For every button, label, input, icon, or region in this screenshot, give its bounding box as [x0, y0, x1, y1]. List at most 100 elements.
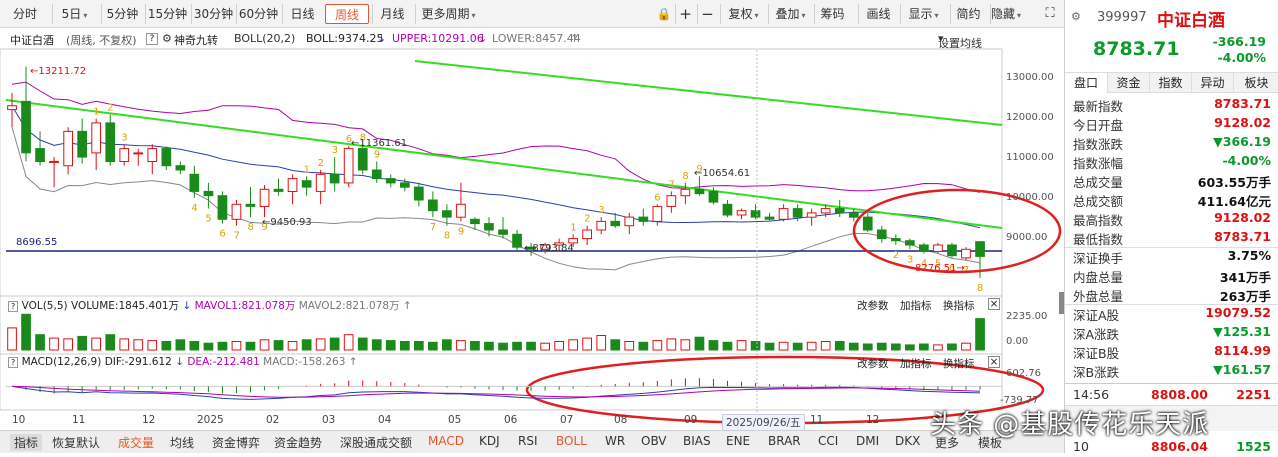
- indicator-tab[interactable]: BOLL: [556, 434, 587, 448]
- candle-body[interactable]: [400, 182, 410, 188]
- candle-body[interactable]: [834, 208, 845, 214]
- indicator-tab[interactable]: DKX: [895, 434, 920, 448]
- candle-body[interactable]: [610, 220, 621, 227]
- volume-bar[interactable]: [442, 339, 452, 351]
- candle-body[interactable]: [470, 218, 480, 225]
- indicator-tab[interactable]: RSI: [518, 434, 538, 448]
- candle-body[interactable]: [217, 195, 228, 220]
- volume-bar[interactable]: [343, 334, 354, 351]
- volume-bar[interactable]: [119, 338, 130, 351]
- indicator-tab[interactable]: OBV: [641, 434, 667, 448]
- volume-bar[interactable]: [357, 337, 368, 351]
- candle-body[interactable]: [736, 210, 747, 216]
- candle-body[interactable]: [933, 244, 943, 252]
- candle-body[interactable]: [484, 223, 494, 231]
- candle-body[interactable]: [596, 220, 607, 231]
- volume-bar[interactable]: [428, 341, 438, 351]
- volume-bar[interactable]: [512, 341, 522, 351]
- indicator-tab[interactable]: BIAS: [683, 434, 711, 448]
- volume-bar[interactable]: [624, 341, 635, 351]
- volume-bar[interactable]: [961, 342, 971, 351]
- candle-body[interactable]: [820, 208, 831, 214]
- macd-add-indicator[interactable]: 加指标: [900, 356, 932, 371]
- volume-bar[interactable]: [582, 337, 592, 351]
- volume-bar[interactable]: [105, 334, 116, 351]
- candle-body[interactable]: [231, 203, 242, 220]
- volume-bar[interactable]: [919, 343, 929, 351]
- candle-body[interactable]: [301, 180, 312, 188]
- volume-bar[interactable]: [470, 341, 480, 351]
- candle-body[interactable]: [189, 173, 200, 192]
- volume-bar[interactable]: [722, 341, 733, 351]
- candle-body[interactable]: [287, 178, 298, 193]
- candle-body[interactable]: [778, 208, 789, 220]
- candle-body[interactable]: [624, 216, 635, 227]
- vol-switch-indicator[interactable]: 换指标: [943, 298, 975, 313]
- candle-body[interactable]: [7, 105, 17, 111]
- candle-body[interactable]: [750, 210, 761, 218]
- close-icon[interactable]: ×: [988, 298, 1000, 310]
- volume-bar[interactable]: [385, 340, 396, 351]
- candle-body[interactable]: [343, 148, 354, 184]
- candle-body[interactable]: [385, 178, 396, 184]
- volume-bar[interactable]: [891, 343, 901, 351]
- indicator-tab[interactable]: DMI: [856, 434, 879, 448]
- candle-body[interactable]: [315, 173, 326, 192]
- candle-body[interactable]: [961, 248, 971, 259]
- indicator-tab[interactable]: 成交量: [118, 434, 154, 451]
- candle-body[interactable]: [414, 186, 424, 201]
- tab-sector[interactable]: 板块: [1233, 73, 1278, 93]
- volume-bar[interactable]: [862, 343, 873, 351]
- volume-bar[interactable]: [554, 341, 564, 351]
- volume-bar[interactable]: [35, 334, 45, 351]
- volume-bar[interactable]: [764, 342, 775, 351]
- volume-bar[interactable]: [666, 338, 677, 351]
- indicator-tab[interactable]: KDJ: [479, 434, 500, 448]
- volume-bar[interactable]: [189, 341, 200, 351]
- candle-body[interactable]: [694, 188, 705, 195]
- volume-bar[interactable]: [203, 342, 214, 351]
- candle-body[interactable]: [876, 229, 887, 240]
- candle-body[interactable]: [175, 165, 186, 171]
- volume-bar[interactable]: [806, 341, 817, 351]
- candle-body[interactable]: [764, 216, 775, 220]
- candle-body[interactable]: [652, 205, 663, 222]
- indicator-tab[interactable]: 恢复默认: [52, 434, 100, 451]
- candle-body[interactable]: [680, 188, 691, 197]
- volume-bar[interactable]: [526, 341, 536, 351]
- volume-bar[interactable]: [638, 341, 649, 351]
- volume-bar[interactable]: [876, 342, 887, 351]
- volume-bar[interactable]: [315, 338, 326, 351]
- volume-bar[interactable]: [400, 341, 410, 351]
- indicator-tab[interactable]: WR: [605, 434, 625, 448]
- volume-bar[interactable]: [301, 339, 312, 351]
- volume-bar[interactable]: [21, 313, 31, 351]
- candle-body[interactable]: [582, 229, 592, 240]
- tab-index[interactable]: 指数: [1149, 73, 1191, 93]
- volume-bar[interactable]: [694, 336, 705, 351]
- volume-bar[interactable]: [778, 341, 789, 351]
- candle-body[interactable]: [259, 188, 270, 207]
- volume-bar[interactable]: [905, 344, 915, 351]
- volume-bar[interactable]: [933, 344, 943, 351]
- indicator-tab[interactable]: 深股通成交额: [340, 434, 412, 451]
- volume-bar[interactable]: [133, 339, 144, 351]
- volume-bar[interactable]: [652, 340, 663, 351]
- indicator-tab[interactable]: 指标: [10, 434, 43, 451]
- candle-body[interactable]: [63, 130, 73, 167]
- candle-body[interactable]: [498, 229, 508, 235]
- volume-bar[interactable]: [834, 341, 845, 351]
- volume-bar[interactable]: [287, 341, 298, 351]
- volume-bar[interactable]: [568, 339, 578, 351]
- candle-body[interactable]: [638, 216, 649, 222]
- candle-body[interactable]: [666, 195, 677, 207]
- candle-body[interactable]: [133, 152, 144, 155]
- macd-change-param[interactable]: 改参数: [857, 356, 889, 371]
- candle-body[interactable]: [147, 148, 158, 163]
- volume-bar[interactable]: [498, 342, 508, 351]
- candle-body[interactable]: [947, 244, 957, 257]
- volume-bar[interactable]: [175, 339, 186, 351]
- volume-bar[interactable]: [947, 343, 957, 351]
- candle-body[interactable]: [91, 122, 102, 154]
- volume-bar[interactable]: [975, 318, 985, 351]
